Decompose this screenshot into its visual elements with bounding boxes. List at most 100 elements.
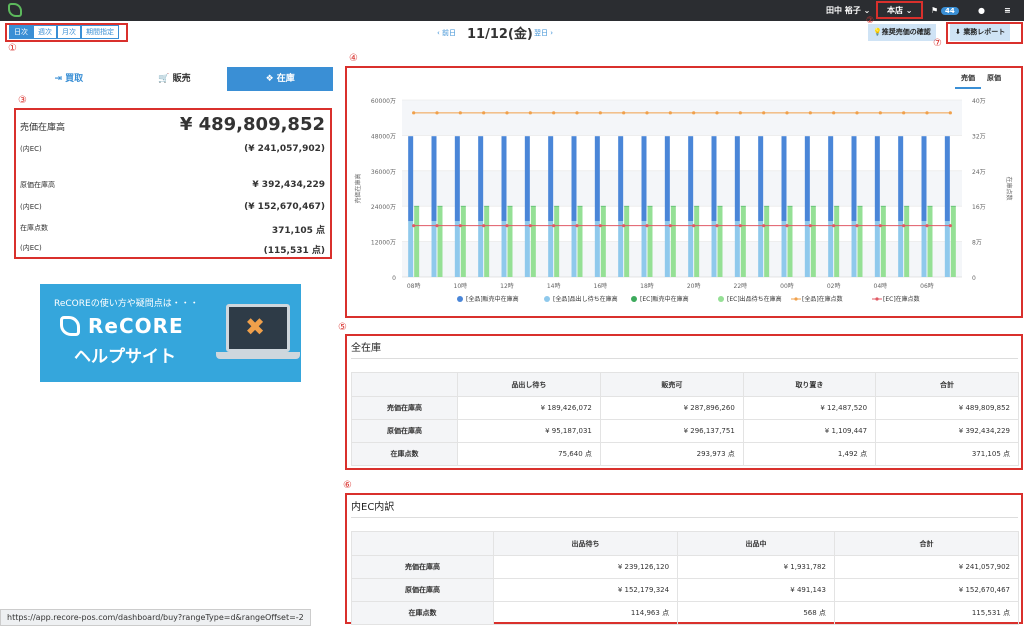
help-site-banner[interactable]: ReCOREの使い方や疑問点は・・・ ReCORE ヘルプサイト ✖	[40, 284, 301, 382]
bar-[全品]販売中在庫高	[828, 136, 834, 222]
banner-subtitle: ヘルプサイト	[74, 347, 176, 367]
point-[EC]在庫点数	[762, 224, 766, 228]
bar-[全品]販売中在庫高	[734, 136, 740, 222]
bar-[EC]出品待ち在庫高	[740, 206, 746, 277]
bar-[全品]販売中在庫高	[594, 136, 600, 222]
range-tabs: 日次 週次 月次 期間指定	[9, 25, 119, 39]
bar-[EC]出品待ち在庫高	[624, 206, 630, 277]
point-[全品]在庫点数	[575, 111, 579, 115]
recore-logo-icon[interactable]	[8, 3, 22, 17]
mode-tab-stock[interactable]: ❖ 在庫	[227, 67, 334, 91]
summary-sale-value: ¥ 489,809,852	[179, 114, 325, 135]
table-row: 売価在庫高 ¥ 189,426,072 ¥ 287,896,260 ¥ 12,4…	[351, 396, 1019, 420]
chart-tab-cost[interactable]: 原価	[981, 69, 1007, 89]
bar-[EC]出品待ち在庫高	[927, 206, 933, 277]
point-[全品]在庫点数	[435, 111, 439, 115]
bar-[EC]販売中在庫高	[880, 205, 886, 207]
bar-[EC]出品待ち在庫高	[600, 206, 606, 277]
mode-tab-sales[interactable]: 🛒 販売	[122, 67, 228, 91]
x-tick-label: 12時	[500, 282, 514, 290]
bar-[EC]販売中在庫高	[414, 205, 420, 207]
bar-[EC]販売中在庫高	[904, 205, 910, 207]
status-bar-url: https://app.recore-pos.com/dashboard/buy…	[0, 609, 311, 626]
point-[EC]在庫点数	[878, 224, 882, 228]
table-cell: ¥ 489,809,852	[875, 396, 1019, 420]
x-tick-label: 18時	[640, 282, 654, 290]
bar-[全品]品出し待ち在庫高	[874, 221, 880, 277]
summary-cost-label: 原価在庫高	[20, 181, 55, 189]
point-[全品]在庫点数	[762, 111, 766, 115]
y2-tick-label: 8万	[972, 240, 982, 247]
mode-tab-buy[interactable]: ⇥ 買取	[16, 67, 122, 91]
point-[EC]在庫点数	[738, 224, 742, 228]
chart-tabs: 売価 原価	[955, 69, 1007, 89]
bar-[EC]販売中在庫高	[554, 205, 560, 207]
table-header: 品出し待ち 販売可 取り置き 合計	[351, 372, 1019, 397]
bar-[全品]品出し待ち在庫高	[758, 221, 764, 277]
bar-[全品]品出し待ち在庫高	[898, 221, 904, 277]
point-[EC]在庫点数	[435, 224, 439, 228]
legend-swatch	[631, 296, 637, 302]
notifications[interactable]: ⚑ 44	[931, 0, 959, 21]
range-tab-daily[interactable]: 日次	[9, 25, 33, 39]
point-[全品]在庫点数	[505, 111, 509, 115]
laptop-base	[216, 352, 300, 359]
row-header: 在庫点数	[351, 442, 458, 466]
range-tab-custom[interactable]: 期間指定	[81, 25, 119, 39]
bar-[全品]品出し待ち在庫高	[524, 221, 530, 277]
point-[全品]在庫点数	[855, 111, 859, 115]
point-[全品]在庫点数	[832, 111, 836, 115]
y2-tick-label: 24万	[972, 169, 986, 176]
bar-[全品]販売中在庫高	[524, 136, 530, 222]
ec-stock-panel: 内EC内訳 出品待ち 出品中 合計 売価在庫高 ¥ 239,126,120 ¥ …	[347, 495, 1022, 625]
bar-[EC]販売中在庫高	[810, 205, 816, 207]
bar-[全品]品出し待ち在庫高	[454, 221, 460, 277]
col-header: 取り置き	[742, 372, 877, 397]
prev-day-link[interactable]: ‹ 前日	[437, 28, 456, 38]
col-header: 出品待ち	[492, 531, 679, 556]
bar-[EC]出品待ち在庫高	[787, 206, 793, 277]
next-day-link[interactable]: 翌日 ›	[534, 28, 553, 38]
point-[EC]在庫点数	[925, 224, 929, 228]
corner-cell	[351, 531, 494, 556]
x-tick-label: 02時	[827, 282, 841, 290]
corner-cell	[351, 372, 458, 397]
grid-band	[402, 100, 962, 136]
row-header: 売価在庫高	[351, 396, 458, 420]
menu-icon[interactable]: ≡	[1004, 0, 1011, 21]
table-row: 原価在庫高 ¥ 152,179,324 ¥ 491,143 ¥ 152,670,…	[351, 578, 1020, 602]
bar-[EC]販売中在庫高	[437, 205, 443, 207]
legend-label: [全品]販売中在庫高	[466, 295, 519, 303]
summary-count-row: 在庫点数 371,105 点	[20, 223, 325, 236]
summary-cost-ec-value: (¥ 152,670,467)	[244, 202, 325, 212]
table-cell: 75,640 点	[457, 442, 601, 466]
user-menu[interactable]: 田中 裕子 ⌄	[826, 0, 870, 21]
table-cell: ¥ 491,143	[677, 578, 835, 602]
bar-[全品]品出し待ち在庫高	[944, 221, 950, 277]
marker-5: ⑤	[338, 322, 347, 333]
col-header: 合計	[875, 372, 1019, 397]
point-[EC]在庫点数	[855, 224, 859, 228]
bar-[全品]販売中在庫高	[944, 136, 950, 222]
legend-label: [全品]品出し待ち在庫高	[553, 295, 618, 303]
range-tab-monthly[interactable]: 月次	[57, 25, 81, 39]
recommend-price-button[interactable]: 💡推奨売価の確認	[868, 24, 936, 41]
bar-[全品]販売中在庫高	[548, 136, 554, 222]
business-report-button[interactable]: ⬇ 業務レポート	[950, 24, 1011, 41]
user-name: 田中 裕子	[826, 6, 861, 15]
range-tab-weekly[interactable]: 週次	[33, 25, 57, 39]
all-stock-divider	[351, 358, 1018, 359]
bar-[全品]品出し待ち在庫高	[641, 221, 647, 277]
bar-[全品]販売中在庫高	[664, 136, 670, 222]
chart-tab-sale[interactable]: 売価	[955, 69, 981, 89]
point-[EC]在庫点数	[412, 224, 416, 228]
x-tick-label: 14時	[547, 282, 561, 290]
store-selector[interactable]: 本店 ⌄	[887, 0, 913, 21]
mode-stock-label: 在庫	[276, 74, 295, 84]
point-[全品]在庫点数	[925, 111, 929, 115]
bar-[全品]販売中在庫高	[804, 136, 810, 222]
chat-icon[interactable]: ●	[978, 0, 985, 21]
summary-cost-row: 原価在庫高 ¥ 392,434,229	[20, 180, 325, 190]
summary-count-ec-row: (内EC) (115,531 点)	[20, 243, 325, 256]
summary-cost-ec-label: (内EC)	[20, 203, 42, 211]
